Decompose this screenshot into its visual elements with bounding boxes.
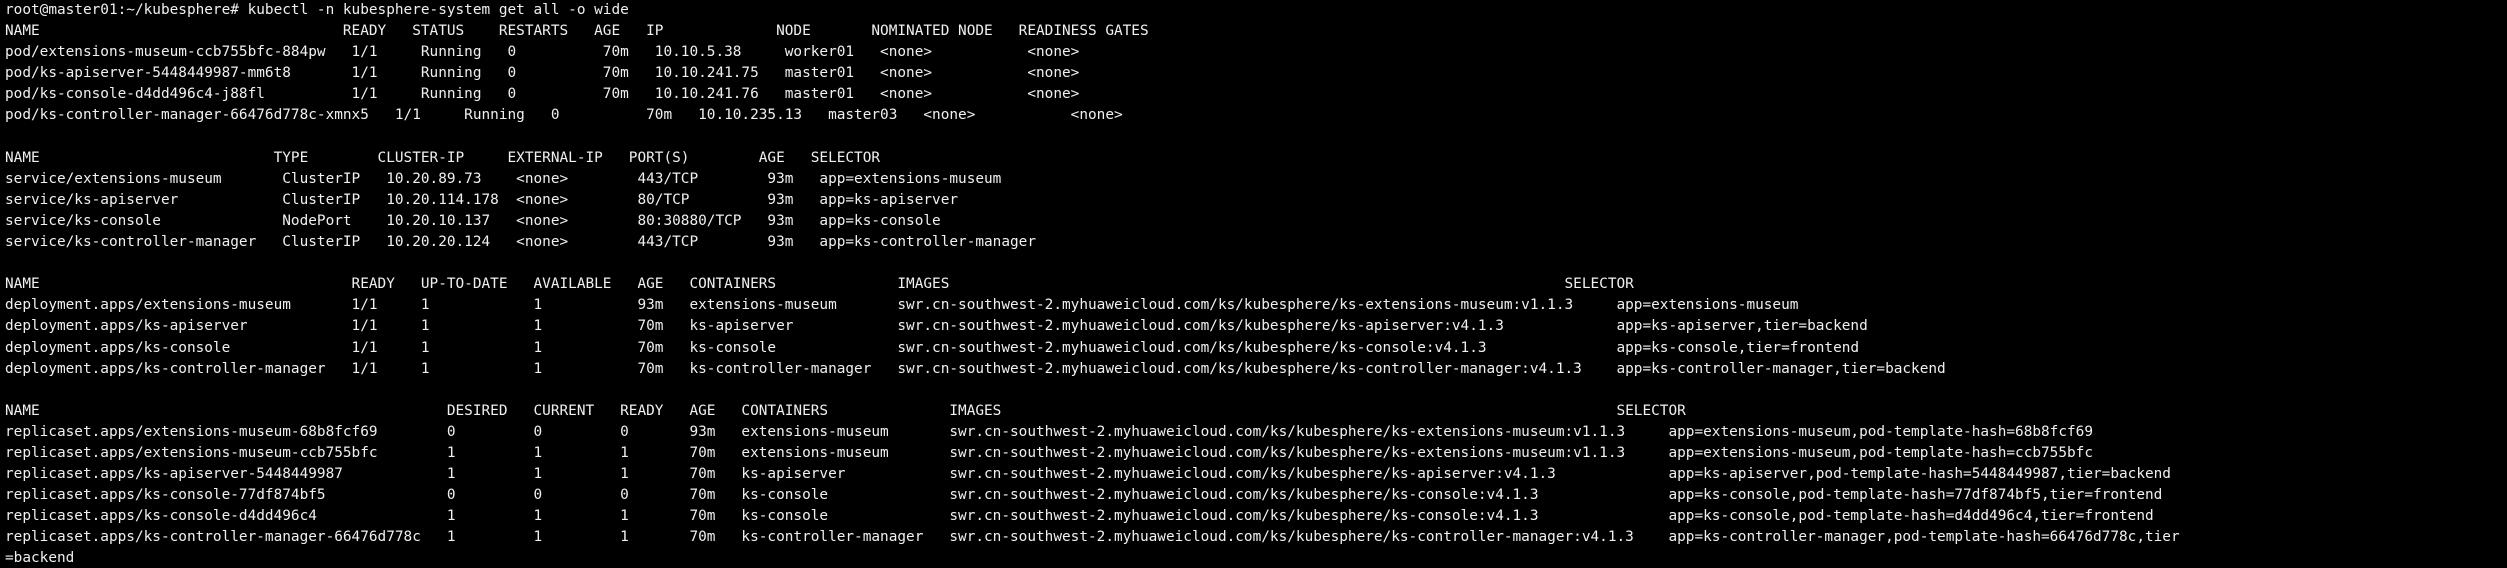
deployment-row: deployment.apps/extensions-museum 1/1 1 …: [5, 297, 1799, 314]
command-line: root@master01:~/kubesphere# kubectl -n k…: [5, 2, 629, 18]
wrapped-line: =backend: [5, 550, 75, 567]
pod-row: pod/extensions-museum-ccb755bfc-884pw 1/…: [5, 44, 1080, 61]
deployments-header-row: NAME READY UP-TO-DATE AVAILABLE AGE CONT…: [5, 276, 1634, 293]
deployment-row: deployment.apps/ks-apiserver 1/1 1 1 70m…: [5, 318, 1868, 335]
deployment-row: deployment.apps/ks-console 1/1 1 1 70m k…: [5, 339, 1860, 356]
service-row: service/ks-controller-manager ClusterIP …: [5, 234, 1037, 251]
services-header-row: NAME TYPE CLUSTER-IP EXTERNAL-IP PORT(S)…: [5, 149, 881, 166]
replicasets-header-row: NAME DESIRED CURRENT READY AGE CONTAINER…: [5, 402, 1686, 419]
replicaset-row: replicaset.apps/ks-console-77df874bf5 0 …: [5, 487, 2163, 504]
deployment-row: deployment.apps/ks-controller-manager 1/…: [5, 360, 1946, 377]
service-row: service/extensions-museum ClusterIP 10.2…: [5, 170, 1002, 187]
pod-row: pod/ks-console-d4dd496c4-j88fl 1/1 Runni…: [5, 86, 1080, 103]
replicaset-row: replicaset.apps/ks-apiserver-5448449987 …: [5, 466, 2171, 483]
replicaset-row: replicaset.apps/ks-console-d4dd496c4 1 1…: [5, 508, 2154, 525]
replicaset-row: replicaset.apps/extensions-museum-ccb755…: [5, 444, 2093, 461]
service-row: service/ks-console NodePort 10.20.10.137…: [5, 212, 941, 229]
replicaset-row: replicaset.apps/ks-controller-manager-66…: [5, 529, 2180, 546]
pod-row: pod/ks-controller-manager-66476d778c-xmn…: [5, 107, 1123, 124]
replicaset-row: replicaset.apps/extensions-museum-68b8fc…: [5, 423, 2093, 440]
pods-header-row: NAME READY STATUS RESTARTS AGE IP NODE N…: [5, 23, 1149, 40]
service-row: service/ks-apiserver ClusterIP 10.20.114…: [5, 191, 959, 208]
terminal-window[interactable]: root@master01:~/kubesphere# kubectl -n k…: [0, 0, 2507, 568]
pod-row: pod/ks-apiserver-5448449987-mm6t8 1/1 Ru…: [5, 65, 1080, 82]
